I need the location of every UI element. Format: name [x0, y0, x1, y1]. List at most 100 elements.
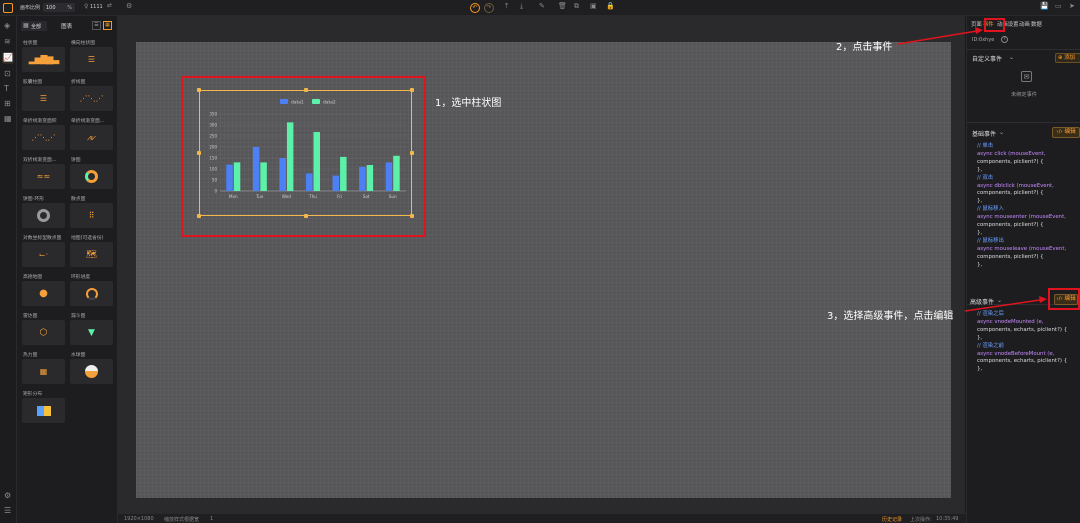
chart-type-card[interactable]: 水球图: [70, 351, 113, 386]
filter-all[interactable]: ▦ 全部: [21, 21, 47, 31]
chart-type-label: 矩形分布: [23, 392, 43, 397]
history-button[interactable]: 历史记录: [882, 516, 902, 523]
chevron-down-icon[interactable]: ⌄: [1009, 54, 1014, 61]
chart-scatter-icon: ⠿: [70, 203, 113, 228]
annotation-step3: 3，选择高级事件，点击编辑: [827, 311, 954, 322]
brush-icon[interactable]: ✎: [539, 3, 545, 10]
grid-icon[interactable]: ▦: [4, 115, 12, 123]
chart-type-card[interactable]: 双折线渐变面... ≈≈: [22, 156, 65, 191]
lock-icon[interactable]: 🔒: [606, 3, 615, 10]
tab-3[interactable]: 动画: [1019, 20, 1030, 28]
scale-input[interactable]: 100 %: [43, 3, 75, 12]
chevron-down-icon[interactable]: ⌄: [999, 129, 1004, 136]
chart-type-label: 胶囊柱图: [23, 80, 43, 85]
chart-type-card[interactable]: 漏斗图 ▼: [70, 312, 113, 347]
divider: [967, 49, 1080, 50]
chart-type-card[interactable]: 热力图 ▦: [22, 351, 65, 386]
chart-type-label: 散点图: [71, 197, 86, 202]
grid-view-toggle[interactable]: ▦: [103, 21, 112, 30]
chart-gauge-icon: [70, 281, 113, 306]
chart-heat-icon: ▦: [22, 359, 65, 384]
chart-type-card[interactable]: 雷达图 ⬡: [22, 312, 65, 347]
chart-type-card[interactable]: 单折线渐变面... ⩘⩗: [70, 117, 113, 152]
chart-pin-icon: ●: [22, 281, 65, 306]
image-icon[interactable]: ⊡: [4, 70, 11, 78]
panel-title: 图表: [61, 24, 73, 30]
add-label: 添加: [1064, 55, 1076, 61]
chart-type-label: 水球图: [71, 353, 86, 358]
annotation-step1: 1，选中柱状图: [435, 98, 502, 109]
redo-button[interactable]: ↷: [484, 3, 494, 13]
text-icon[interactable]: T: [4, 85, 9, 93]
save-icon[interactable]: 💾: [1040, 3, 1049, 10]
basic-events-code[interactable]: // 单击 async click (mouseEvent, components,…: [977, 143, 1079, 270]
code-line: components, piclient?) {: [977, 190, 1044, 197]
code-line: components, piclient?) {: [977, 253, 1044, 260]
chart-type-card[interactable]: 胶囊柱图 ☰: [22, 78, 65, 113]
mail-icon: ✉: [1021, 71, 1032, 82]
annotation-box-edit: [1048, 288, 1080, 310]
chart-type-card[interactable]: 饼图-环形: [22, 195, 65, 230]
code-line: // 渲染之前: [977, 342, 1004, 349]
scale-label: 画布比例: [20, 5, 41, 11]
code-line: async mouseleave (mouseEvent,: [977, 245, 1067, 252]
table-icon[interactable]: ⊞: [4, 100, 11, 108]
gear-count: 1111: [90, 4, 103, 10]
tab-4[interactable]: 数据: [1031, 20, 1042, 28]
list-view-toggle[interactable]: ☰: [92, 21, 101, 30]
chart-type-card[interactable]: 对数坐标型散点图 ⌙·: [22, 234, 65, 269]
settings-icon[interactable]: ⚙: [4, 492, 11, 500]
send-icon[interactable]: ➤: [1069, 3, 1075, 10]
chart-radar-icon: ⬡: [22, 320, 65, 345]
chart-icon[interactable]: 📈: [2, 52, 14, 64]
chart-type-card[interactable]: 柱状图 ▂▅▇▆▃: [22, 39, 65, 74]
align-top-icon[interactable]: ⤒: [505, 3, 508, 10]
copy-icon[interactable]: ⧉: [574, 3, 579, 10]
swap-icon[interactable]: ⇄: [107, 3, 112, 9]
bulb-icon[interactable]: ♀: [84, 4, 88, 10]
paste-icon[interactable]: ▣: [590, 3, 597, 10]
chart-type-label: 高德地图: [23, 275, 43, 280]
help-icon[interactable]: ?: [1001, 36, 1008, 43]
stack-icon[interactable]: ≋: [4, 38, 11, 46]
chart-type-card[interactable]: 折线图 ⋰⋱⋰: [70, 78, 113, 113]
tab-0[interactable]: 页面: [971, 20, 982, 28]
code-line: components, piclient?) {: [977, 158, 1044, 165]
component-library: ▦ 全部 图表 ☰ ▦ 柱状图 ▂▅▇▆▃ 横向柱状图 ☰ 胶囊柱图 ☰ 折线图 ⋰⋱⋰ 单折线…: [17, 16, 118, 523]
chart-type-label: 双折线渐变面...: [23, 158, 57, 163]
gear-icon[interactable]: ⚙: [126, 3, 132, 10]
basic-edit-button[interactable]: ‹/› 编辑: [1052, 127, 1080, 138]
chart-type-label: 单折线渐变面积: [23, 119, 57, 124]
advanced-events-code[interactable]: // 渲染之后 async vnodeMounted (e, components,…: [977, 311, 1079, 374]
add-event-button[interactable]: ⊕ 添加: [1055, 53, 1080, 63]
chart-type-card[interactable]: 地图(可选省份) 🗺: [70, 234, 113, 269]
chart-type-card[interactable]: 散点图 ⠿: [70, 195, 113, 230]
delete-icon[interactable]: 🗑: [558, 3, 567, 10]
scale-mode-text: 缩放样式根据宽: [164, 517, 200, 523]
code-line: },: [977, 261, 983, 268]
chart-type-card[interactable]: 横向柱状图 ☰: [70, 39, 113, 74]
chart-type-card[interactable]: 饼图: [70, 156, 113, 191]
undo-button[interactable]: ↶: [470, 3, 480, 13]
chart-log-icon: ⌙·: [22, 242, 65, 267]
preview-icon[interactable]: ▭: [1055, 3, 1062, 10]
chart-type-label: 对数坐标型散点图: [23, 236, 62, 241]
chart-type-card[interactable]: 环形进度: [70, 273, 113, 308]
code-line: },: [977, 229, 983, 236]
code-line: // 双击: [977, 174, 994, 181]
code-line: },: [977, 166, 983, 173]
sliders-icon[interactable]: ☰: [4, 507, 11, 515]
chart-funnel-icon: ▼: [70, 320, 113, 345]
chart-type-card[interactable]: 单折线渐变面积 ⋰⋱⋰: [22, 117, 65, 152]
edit-label: 编辑: [1064, 129, 1076, 135]
logo-icon[interactable]: [3, 3, 13, 13]
chart-type-card[interactable]: 高德地图 ●: [22, 273, 65, 308]
chart-type-label: 饼图-环形: [23, 197, 44, 202]
layers-icon[interactable]: ◈: [4, 22, 10, 30]
code-line: async vnodeBeforeMount (e,: [977, 350, 1055, 357]
chevron-down-icon[interactable]: ⌄: [997, 297, 1002, 304]
status-bar: 1920×1080 缩放样式根据宽 1 历史记录 上次操作: 10:35:49: [118, 513, 966, 523]
chart-type-card[interactable]: 矩形分布: [22, 390, 65, 425]
align-bottom-icon[interactable]: ⤓: [520, 3, 523, 10]
chart-type-label: 雷达图: [23, 314, 38, 319]
